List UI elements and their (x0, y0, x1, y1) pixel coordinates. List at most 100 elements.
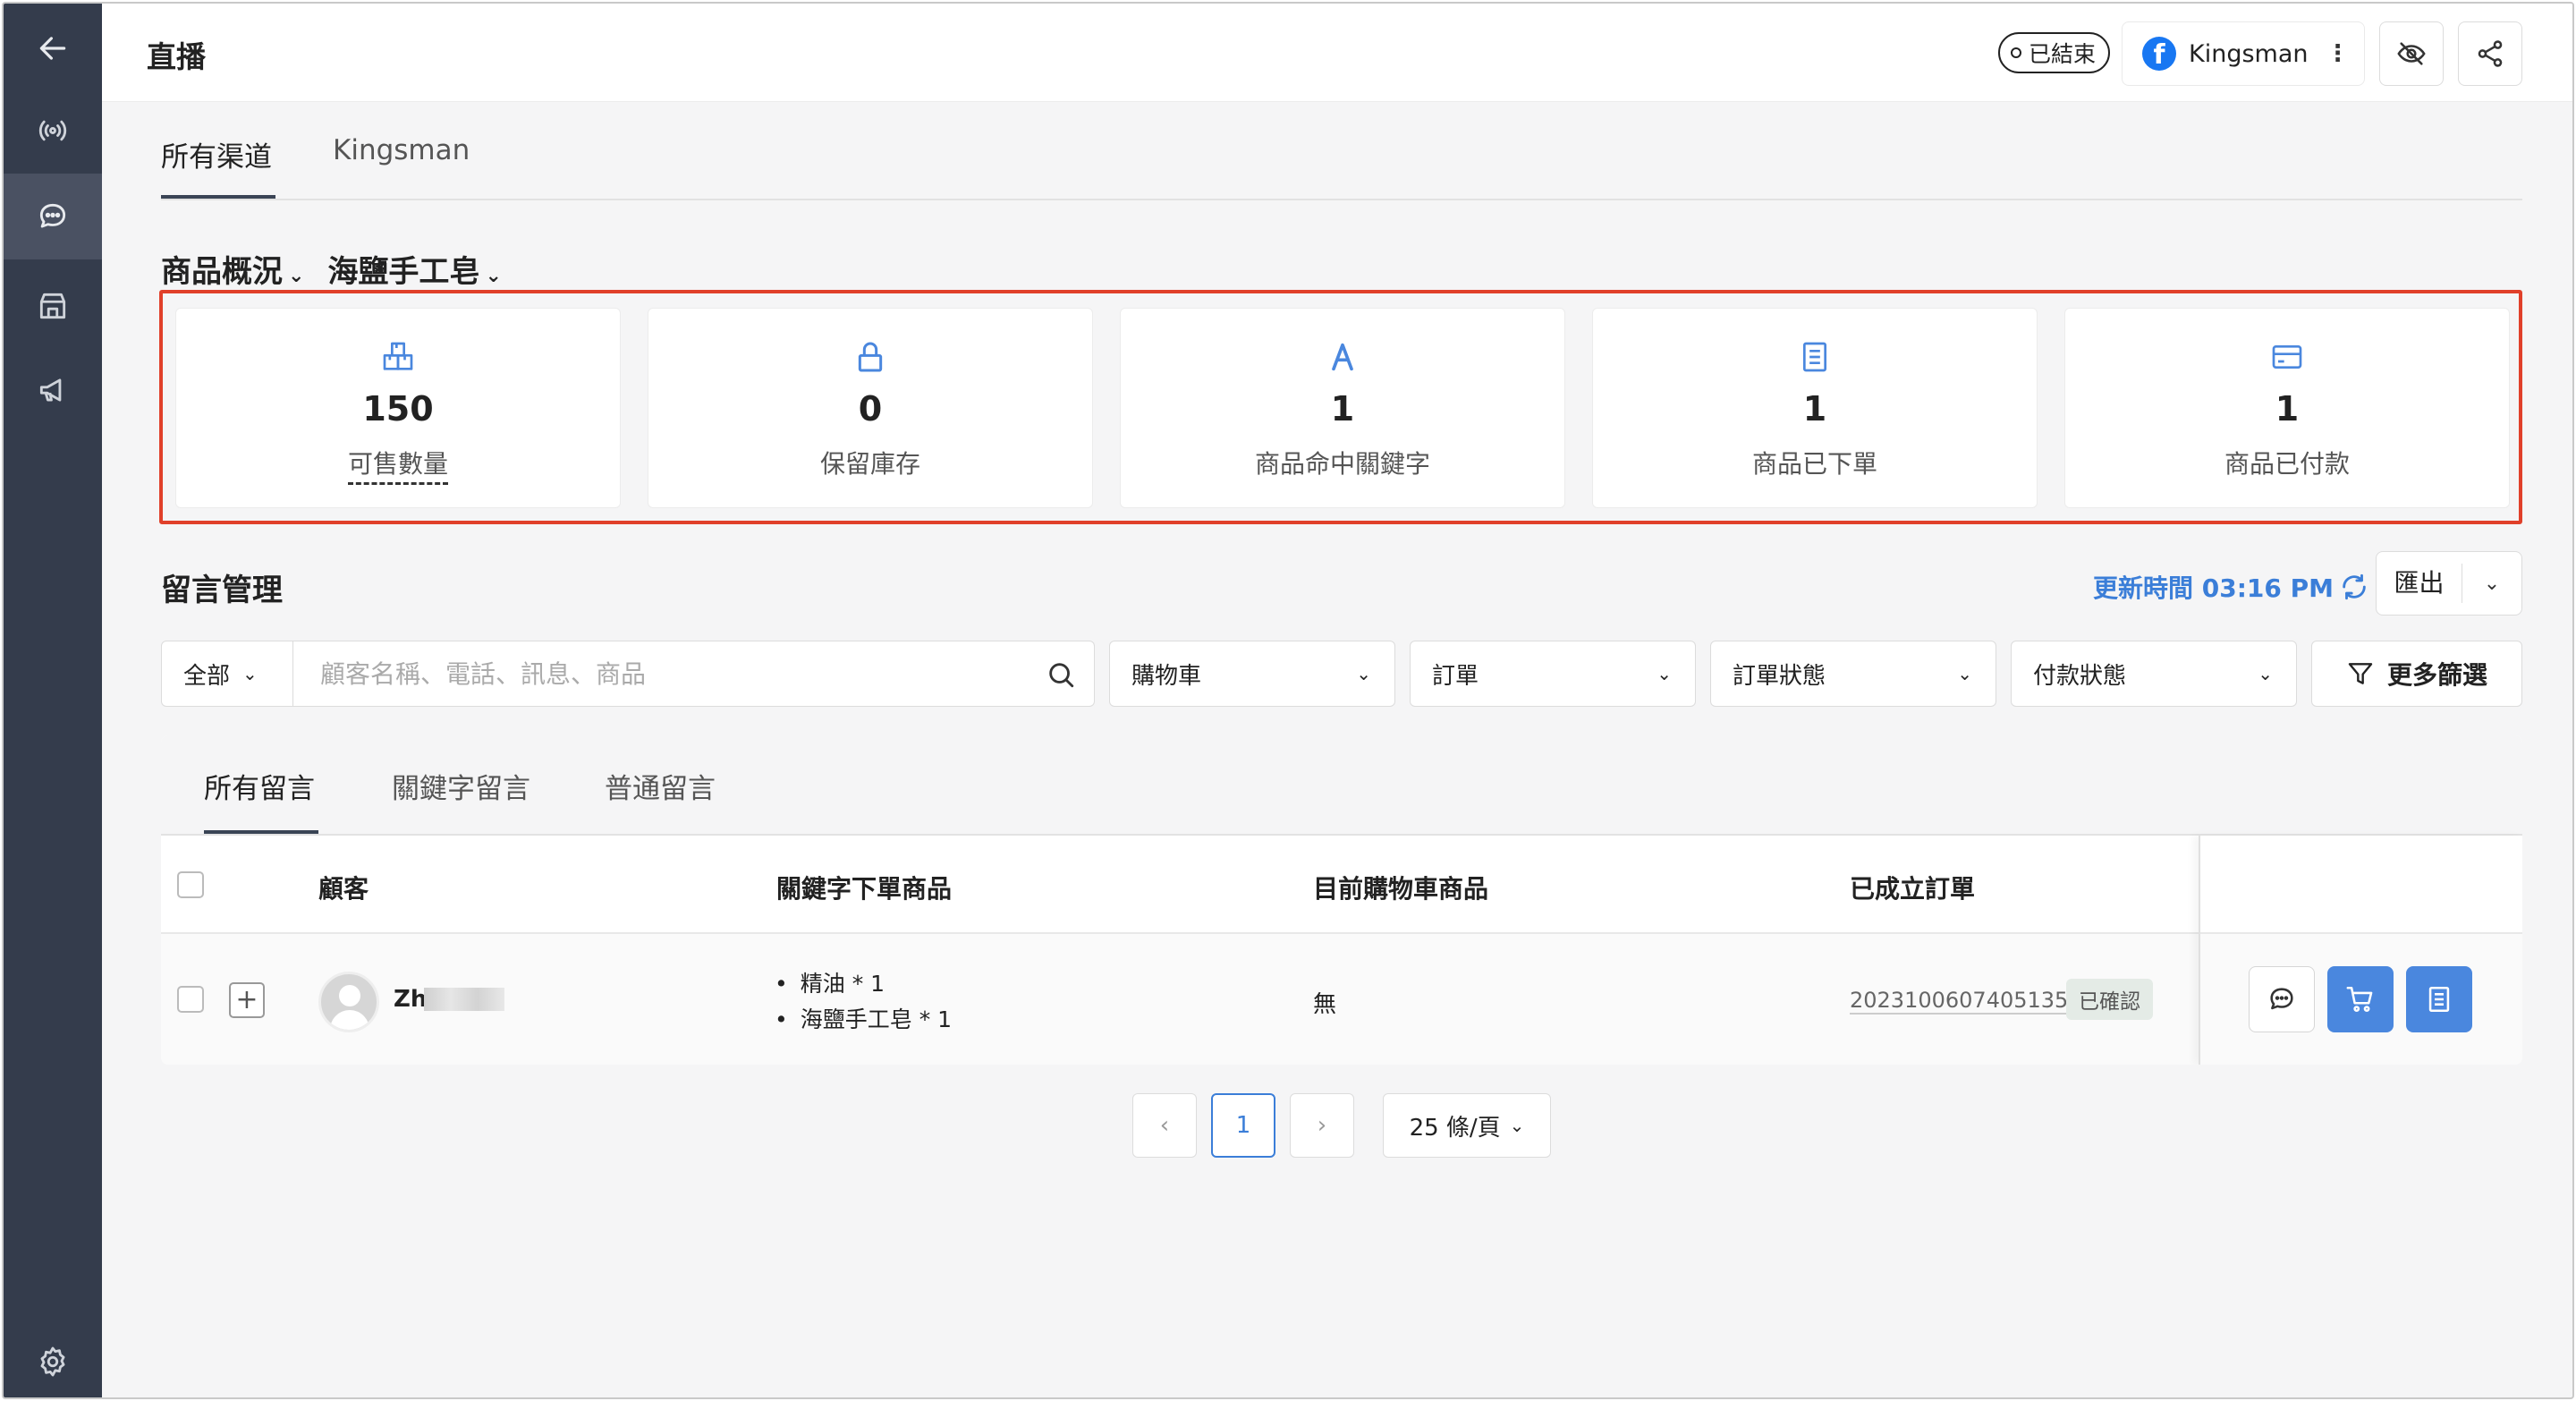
chevron-down-icon: ⌄ (1356, 663, 1371, 684)
export-button[interactable]: 匯出 ⌄ (2376, 551, 2522, 616)
account-selector[interactable]: f Kingsman ⋮ (2122, 21, 2365, 86)
row-checkbox[interactable] (177, 986, 204, 1013)
stat-value: 1 (1802, 389, 1827, 429)
share-icon (2478, 40, 2503, 67)
stat-card-reserved: 0 保留庫存 (648, 308, 1093, 508)
lock-icon (858, 342, 883, 372)
stat-value: 150 (362, 389, 434, 429)
filter-scope-label: 全部 (183, 662, 231, 690)
page-size-select[interactable]: 25 條/頁 ⌄ (1383, 1093, 1551, 1158)
refresh-icon[interactable] (2339, 572, 2369, 602)
stat-value: 1 (2275, 389, 2300, 429)
sidebar-item-settings[interactable] (4, 1319, 102, 1397)
chat-bubble-icon (2270, 988, 2293, 1010)
back-button[interactable] (4, 5, 102, 91)
select-all-checkbox[interactable] (177, 871, 204, 898)
status-dot-icon (2011, 47, 2021, 58)
cart-filter-label: 購物車 (1131, 662, 1202, 690)
update-time-text: 更新時間 03:16 PM (2093, 573, 2334, 603)
comment-tabs: 所有留言 關鍵字留言 普通留言 (161, 735, 2522, 836)
chevron-down-icon[interactable]: ⌄ (2462, 573, 2521, 595)
keyword-a-icon (1332, 343, 1353, 371)
sidebar (4, 4, 102, 1397)
column-header-keyword-items: 關鍵字下單商品 (776, 874, 953, 904)
search-icon[interactable] (1046, 659, 1076, 690)
update-time[interactable]: 更新時間 03:16 PM (2093, 569, 2369, 605)
arrow-left-icon (39, 37, 66, 60)
export-label[interactable]: 匯出 (2377, 564, 2462, 603)
order-filter-label: 訂單 (1432, 662, 1479, 690)
payment-status-filter-select[interactable]: 付款狀態 ⌄ (2011, 641, 2297, 707)
more-filters-button[interactable]: 更多篩選 (2311, 641, 2522, 707)
column-header-cart-items: 目前購物車商品 (1313, 874, 1489, 904)
column-header-orders: 已成立訂單 (1850, 874, 1976, 904)
hide-button[interactable] (2379, 21, 2444, 86)
share-button[interactable] (2458, 21, 2522, 86)
next-page-button[interactable]: › (1290, 1093, 1354, 1158)
tab-all-comments[interactable]: 所有留言 (204, 766, 315, 806)
product-dropdown[interactable]: 海鹽手工皂 ⌄ (327, 247, 501, 291)
stat-label: 保留庫存 (819, 449, 920, 479)
page-title: 直播 (147, 39, 206, 74)
reply-message-button[interactable] (2249, 966, 2315, 1032)
section-title: 留言管理 (161, 573, 283, 608)
order-status-filter-label: 訂單狀態 (1733, 662, 1826, 690)
credit-card-icon (2272, 345, 2302, 369)
overview-title: 商品概況 (161, 254, 283, 290)
receipt-icon (2428, 986, 2450, 1013)
search-field (293, 641, 1095, 707)
tab-keyword-comments[interactable]: 關鍵字留言 (392, 766, 530, 806)
receipt-icon (1803, 342, 1826, 372)
stat-label: 商品已下單 (1751, 449, 1877, 479)
tab-normal-comments[interactable]: 普通留言 (605, 766, 716, 806)
sidebar-item-marketing[interactable] (4, 347, 102, 433)
active-tab-indicator (161, 195, 275, 199)
stat-label: 商品命中關鍵字 (1254, 449, 1430, 479)
chevron-down-icon: ⌄ (1509, 1115, 1525, 1136)
cart-items: 無 (1313, 991, 1337, 1018)
actions-column (2199, 836, 2522, 1065)
boxes-icon (383, 342, 413, 370)
status-text: 已結束 (2029, 41, 2097, 67)
more-filters-label: 更多篩選 (2386, 660, 2487, 690)
order-filter-select[interactable]: 訂單 ⌄ (1410, 641, 1696, 707)
order-status-filter-select[interactable]: 訂單狀態 ⌄ (1710, 641, 1996, 707)
stat-value: 0 (858, 389, 883, 429)
overview-header: 商品概況 ⌄ 海鹽手工皂 ⌄ (161, 247, 502, 291)
page-1-button[interactable]: 1 (1211, 1093, 1275, 1158)
filter-icon (2348, 663, 2373, 684)
active-tab-indicator (204, 830, 318, 834)
sidebar-item-comments[interactable] (4, 174, 102, 259)
create-order-button[interactable] (2406, 966, 2472, 1032)
table-header: 顧客 關鍵字下單商品 目前購物車商品 已成立訂單 (161, 836, 2522, 934)
list-item: 精油 * 1 (775, 966, 952, 1002)
tab-kingsman[interactable]: Kingsman (333, 134, 470, 166)
add-to-cart-button[interactable] (2327, 966, 2394, 1032)
sidebar-item-live[interactable] (4, 88, 102, 174)
redacted-name-blur (424, 988, 504, 1011)
stat-label: 商品已付款 (2224, 449, 2350, 479)
chat-bubble-icon (39, 203, 66, 228)
tab-all-channels[interactable]: 所有渠道 (161, 134, 272, 174)
eye-slash-icon (2397, 42, 2426, 65)
order-status-badge: 已確認 (2066, 979, 2153, 1020)
column-header-customer: 顧客 (318, 874, 369, 904)
product-name: 海鹽手工皂 (327, 254, 480, 290)
facebook-icon: f (2142, 37, 2176, 71)
sidebar-item-store[interactable] (4, 263, 102, 349)
prev-page-button[interactable]: ‹ (1132, 1093, 1197, 1158)
stat-card-keyword: 1 商品命中關鍵字 (1120, 308, 1565, 508)
filter-scope-select[interactable]: 全部 ⌄ (161, 641, 293, 707)
cart-filter-select[interactable]: 購物車 ⌄ (1109, 641, 1395, 707)
stat-label[interactable]: 可售數量 (176, 445, 620, 485)
order-number-link[interactable]: 20231006074051359 (1850, 988, 2082, 1015)
stat-card-available: 150 可售數量 (175, 308, 621, 508)
channel-tabs: 所有渠道 Kingsman (161, 104, 2522, 200)
app-window: 直播 已結束 f Kingsman ⋮ 所有渠道 Kingsman 商品概況 ⌄ … (2, 2, 2574, 1399)
stat-card-paid: 1 商品已付款 (2064, 308, 2510, 508)
comments-table: 所有留言 關鍵字留言 普通留言 顧客 關鍵字下單商品 目前購物車商品 已成立訂單… (161, 735, 2522, 1065)
search-input[interactable] (320, 654, 1018, 693)
expand-row-button[interactable]: + (229, 982, 265, 1018)
more-vertical-icon[interactable]: ⋮ (2326, 40, 2349, 67)
overview-dropdown[interactable]: 商品概況 ⌄ (161, 247, 304, 291)
